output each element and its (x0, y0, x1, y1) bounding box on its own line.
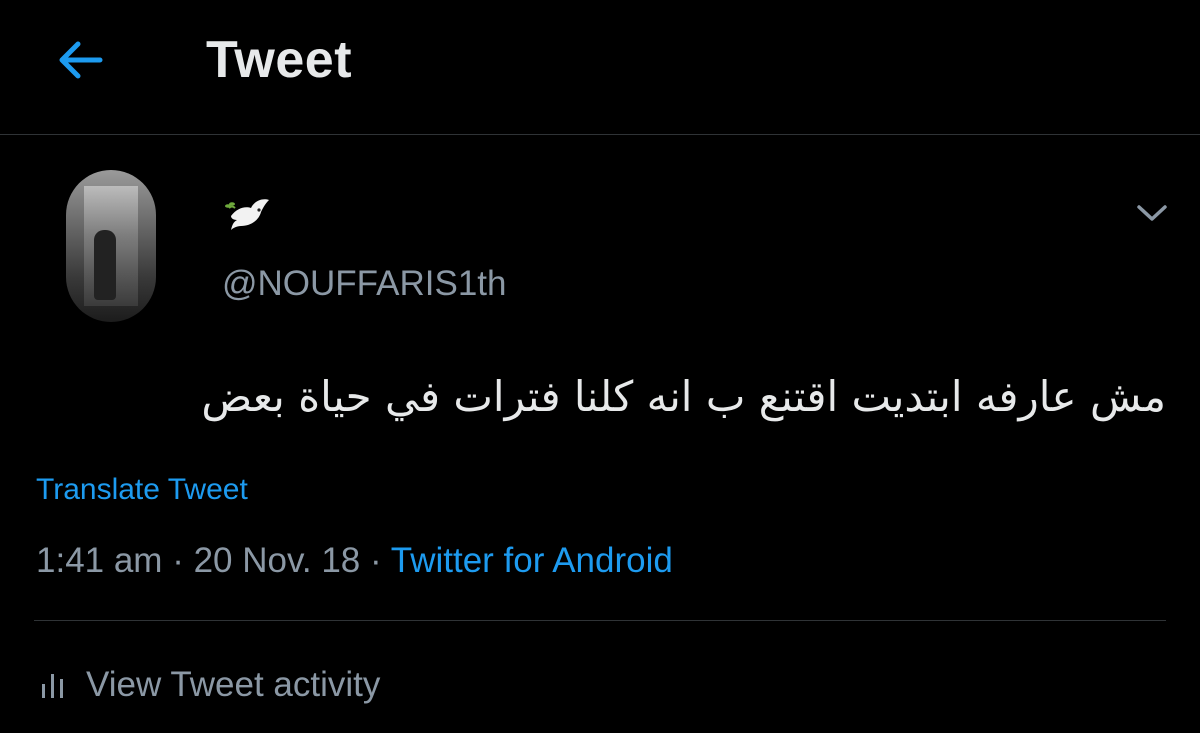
tweet-date: 20 Nov. 18 (193, 541, 361, 580)
view-tweet-activity-button[interactable]: View Tweet activity (40, 660, 380, 710)
chevron-down-icon (1137, 205, 1167, 221)
tweet-options-button[interactable] (1130, 195, 1174, 231)
dove-icon (225, 199, 269, 230)
tweet-metadata: 1:41 am · 20 Nov. 18 · Twitter for Andro… (36, 538, 673, 584)
meta-separator: · (370, 541, 382, 580)
tweet-time: 1:41 am (36, 541, 163, 580)
tweet-text: مش عارفه ابتديت اقتنع ب انه كلنا فترات ف… (201, 372, 1166, 421)
top-bar: Tweet (0, 0, 1200, 135)
tweet-source-link[interactable]: Twitter for Android (391, 541, 673, 580)
bar-chart-icon (42, 674, 63, 698)
avatar[interactable] (66, 170, 156, 322)
display-name[interactable] (222, 190, 272, 238)
user-handle[interactable]: @NOUFFARIS1th (222, 262, 506, 306)
divider (34, 620, 1166, 621)
back-button[interactable] (50, 32, 110, 88)
meta-separator: · (172, 541, 184, 580)
arrow-left-icon (59, 41, 103, 79)
avatar-photo-figure (94, 230, 116, 300)
translate-tweet-link[interactable]: Translate Tweet (36, 470, 248, 510)
page-title: Tweet (206, 31, 353, 89)
view-tweet-activity-label: View Tweet activity (86, 665, 381, 704)
